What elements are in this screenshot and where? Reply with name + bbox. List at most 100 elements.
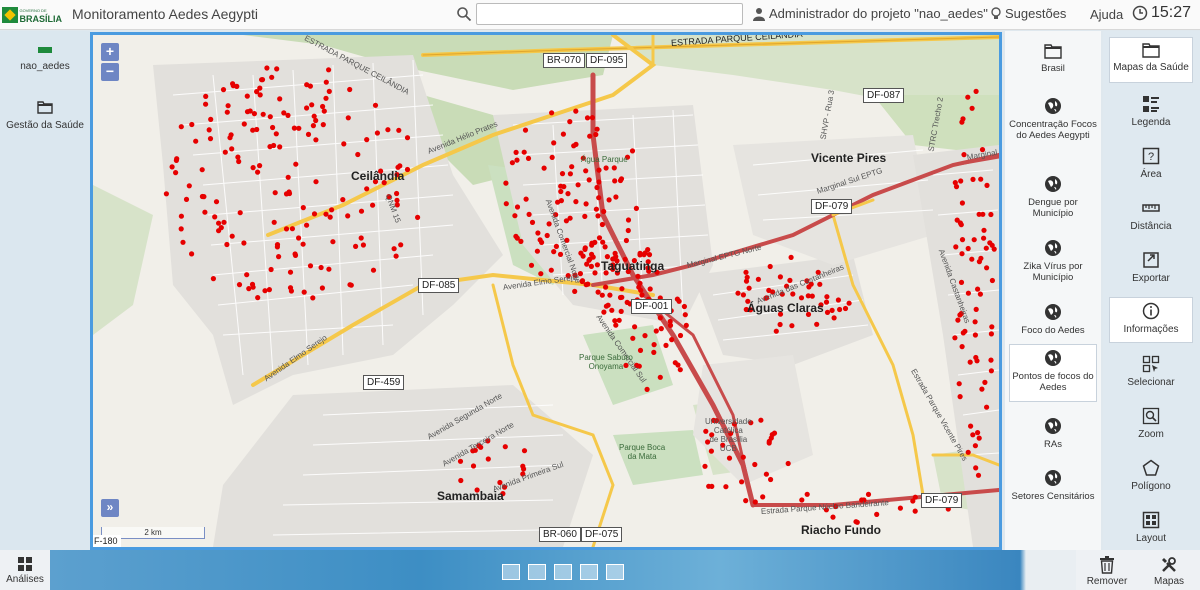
aedes-focus-point[interactable] <box>257 85 263 91</box>
aedes-focus-point[interactable] <box>589 242 595 248</box>
aedes-focus-point[interactable] <box>635 273 641 279</box>
aedes-focus-point[interactable] <box>824 294 830 300</box>
aedes-focus-point[interactable] <box>163 191 169 197</box>
aedes-focus-point[interactable] <box>584 115 591 121</box>
aedes-focus-point[interactable] <box>835 297 842 303</box>
aedes-focus-point[interactable] <box>274 242 281 248</box>
aedes-focus-point[interactable] <box>601 208 607 215</box>
aedes-focus-point[interactable] <box>241 121 247 127</box>
tool-informacoes[interactable]: Informações <box>1109 297 1193 343</box>
aedes-focus-point[interactable] <box>970 176 976 182</box>
aedes-focus-point[interactable] <box>561 184 567 190</box>
aedes-focus-point[interactable] <box>286 189 292 195</box>
aedes-focus-point[interactable] <box>974 358 980 364</box>
aedes-focus-point[interactable] <box>268 266 274 273</box>
aedes-focus-point[interactable] <box>578 250 584 256</box>
aedes-focus-point[interactable] <box>229 146 235 152</box>
aedes-focus-point[interactable] <box>326 88 332 94</box>
tool-area[interactable]: ? Área <box>1109 143 1193 189</box>
aedes-focus-point[interactable] <box>199 193 205 200</box>
aedes-focus-point[interactable] <box>618 176 625 182</box>
aedes-focus-point[interactable] <box>972 319 978 325</box>
aedes-focus-point[interactable] <box>965 245 971 252</box>
aedes-focus-point[interactable] <box>502 444 508 450</box>
aedes-focus-point[interactable] <box>989 277 996 284</box>
aedes-focus-point[interactable] <box>912 508 918 514</box>
aedes-focus-point[interactable] <box>988 368 995 374</box>
aedes-focus-point[interactable] <box>755 276 762 282</box>
aedes-focus-point[interactable] <box>225 103 231 109</box>
aedes-focus-point[interactable] <box>592 270 598 276</box>
aedes-focus-point[interactable] <box>305 131 312 137</box>
aedes-focus-point[interactable] <box>846 300 852 306</box>
aedes-focus-point[interactable] <box>503 201 509 207</box>
aedes-focus-point[interactable] <box>541 165 547 171</box>
aedes-focus-point[interactable] <box>257 163 263 169</box>
aedes-focus-point[interactable] <box>594 184 600 191</box>
aedes-focus-point[interactable] <box>311 113 317 119</box>
aedes-focus-point[interactable] <box>393 253 399 259</box>
aedes-focus-point[interactable] <box>647 286 653 292</box>
aedes-focus-point[interactable] <box>396 127 402 133</box>
analises-button[interactable]: Análises <box>0 550 50 590</box>
aedes-focus-point[interactable] <box>415 214 421 220</box>
aedes-focus-point[interactable] <box>307 263 314 269</box>
aedes-focus-point[interactable] <box>594 126 600 132</box>
aedes-focus-point[interactable] <box>255 295 261 301</box>
layer-dengue[interactable]: Dengue por Município <box>1009 171 1097 219</box>
aedes-focus-point[interactable] <box>523 196 529 202</box>
aedes-focus-point[interactable] <box>551 249 557 255</box>
aedes-focus-point[interactable] <box>959 251 965 257</box>
aedes-focus-point[interactable] <box>975 472 982 478</box>
aedes-focus-point[interactable] <box>262 288 268 294</box>
aedes-focus-point[interactable] <box>969 256 975 262</box>
aedes-focus-point[interactable] <box>237 210 243 216</box>
aedes-focus-point[interactable] <box>180 239 186 245</box>
aedes-focus-point[interactable] <box>313 137 319 143</box>
aedes-focus-point[interactable] <box>837 306 843 313</box>
aedes-focus-point[interactable] <box>629 148 636 154</box>
aedes-focus-point[interactable] <box>271 219 277 225</box>
aedes-focus-point[interactable] <box>653 328 659 334</box>
aedes-focus-point[interactable] <box>173 170 179 176</box>
aedes-focus-point[interactable] <box>613 194 619 200</box>
aedes-focus-point[interactable] <box>348 282 354 288</box>
aedes-focus-point[interactable] <box>567 119 573 125</box>
aedes-focus-point[interactable] <box>582 245 588 251</box>
aedes-focus-point[interactable] <box>183 196 190 202</box>
gestao-saude-item[interactable]: Gestão da Saúde <box>0 99 90 131</box>
aedes-focus-point[interactable] <box>976 259 983 265</box>
aedes-focus-point[interactable] <box>244 93 250 99</box>
aedes-focus-point[interactable] <box>210 276 216 282</box>
aedes-focus-point[interactable] <box>272 190 278 196</box>
aedes-focus-point[interactable] <box>326 266 332 272</box>
aedes-focus-point[interactable] <box>281 110 287 116</box>
aedes-focus-point[interactable] <box>249 281 256 287</box>
search-input[interactable] <box>476 3 743 25</box>
aedes-focus-point[interactable] <box>321 108 327 114</box>
aedes-focus-point[interactable] <box>967 359 973 365</box>
aedes-focus-point[interactable] <box>558 188 564 195</box>
aedes-focus-point[interactable] <box>981 227 987 233</box>
aedes-focus-point[interactable] <box>596 167 602 173</box>
layer-ras[interactable]: RAs <box>1009 413 1097 450</box>
aedes-focus-point[interactable] <box>625 227 631 234</box>
aedes-focus-point[interactable] <box>726 455 733 461</box>
aedes-focus-point[interactable] <box>565 191 571 197</box>
aedes-focus-point[interactable] <box>758 417 764 423</box>
aedes-focus-point[interactable] <box>260 111 266 117</box>
aedes-focus-point[interactable] <box>954 217 960 223</box>
aedes-focus-point[interactable] <box>266 287 272 293</box>
aedes-focus-point[interactable] <box>283 226 290 232</box>
aedes-focus-point[interactable] <box>206 127 212 133</box>
aedes-focus-point[interactable] <box>235 154 241 160</box>
aedes-focus-point[interactable] <box>644 386 650 392</box>
aedes-focus-point[interactable] <box>522 127 529 133</box>
aedes-focus-point[interactable] <box>607 292 613 298</box>
mapas-button[interactable]: Mapas <box>1138 550 1200 590</box>
aedes-focus-point[interactable] <box>831 315 837 321</box>
aedes-focus-point[interactable] <box>276 254 282 260</box>
aedes-focus-point[interactable] <box>521 149 527 155</box>
aedes-focus-point[interactable] <box>617 294 624 301</box>
aedes-focus-point[interactable] <box>553 243 559 249</box>
